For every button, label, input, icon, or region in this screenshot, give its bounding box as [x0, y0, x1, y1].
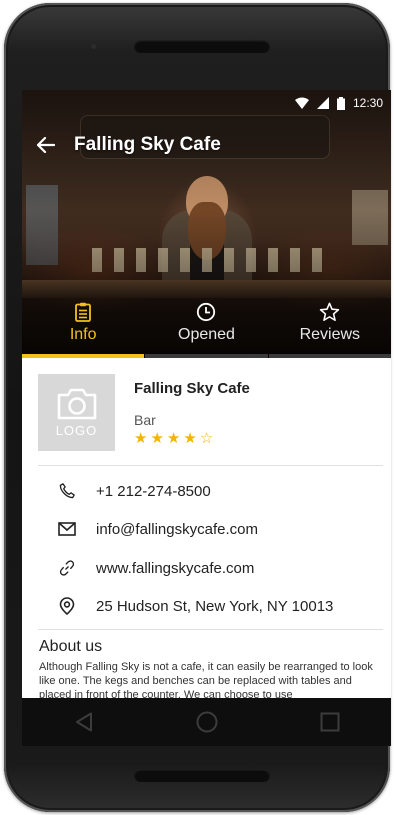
tab-opened-label: Opened	[178, 326, 235, 343]
star-filled-icon: ★	[166, 430, 181, 447]
front-camera	[91, 44, 96, 49]
wifi-icon	[294, 97, 309, 109]
rating-stars: ★ ★ ★ ★ ☆	[134, 431, 213, 447]
back-button[interactable]	[22, 128, 70, 162]
star-filled-icon: ★	[183, 430, 197, 447]
phone-row[interactable]: +1 212-274-8500	[54, 478, 211, 504]
tab-info-label: Info	[69, 326, 97, 343]
square-recents-icon	[320, 712, 339, 732]
tab-reviews-label: Reviews	[299, 326, 361, 343]
battery-icon	[336, 96, 345, 110]
status-time: 12:30	[352, 96, 383, 110]
info-content: LOGO Falling Sky Cafe Bar ★ ★ ★ ★ ☆ +1 2…	[22, 358, 391, 698]
header-photo: 12:30 Falling Sky Cafe Info Opened Revie…	[22, 90, 391, 358]
link-icon	[54, 555, 80, 581]
website-row[interactable]: www.fallingskycafe.com	[54, 555, 254, 581]
street-address: 25 Hudson St, New York, NY 10013	[96, 597, 334, 615]
app-bar: Falling Sky Cafe	[22, 128, 391, 162]
tab-reviews[interactable]: Reviews	[268, 296, 391, 358]
circle-home-icon	[196, 711, 217, 733]
business-name: Falling Sky Cafe	[134, 380, 250, 397]
phone-frame: 12:30 Falling Sky Cafe Info Opened Revie…	[4, 3, 391, 812]
about-body: Although Falling Sky is not a cafe, it c…	[39, 661, 373, 698]
business-logo: LOGO	[38, 374, 115, 451]
bottom-speaker	[134, 769, 270, 782]
about-heading: About us	[39, 638, 103, 655]
email-row[interactable]: info@fallingskycafe.com	[54, 516, 258, 542]
clipboard-icon	[75, 302, 92, 322]
camera-icon	[57, 388, 96, 420]
divider	[38, 465, 383, 466]
system-nav-bar	[22, 698, 391, 746]
tab-info[interactable]: Info	[22, 296, 145, 358]
star-outline-icon	[320, 302, 340, 322]
top-speaker	[134, 40, 270, 53]
phone-icon	[54, 478, 80, 504]
email-address: info@fallingskycafe.com	[96, 520, 258, 538]
triangle-back-icon	[75, 712, 92, 732]
phone-number: +1 212-274-8500	[96, 482, 211, 500]
page-title: Falling Sky Cafe	[74, 134, 221, 155]
star-filled-icon: ★	[150, 430, 164, 447]
screen: 12:30 Falling Sky Cafe Info Opened Revie…	[22, 90, 391, 746]
arrow-back-icon	[37, 137, 55, 153]
signal-icon	[316, 97, 329, 109]
business-card: LOGO Falling Sky Cafe Bar ★ ★ ★ ★ ☆	[38, 374, 378, 454]
nav-home-button[interactable]	[183, 698, 231, 746]
star-empty-icon: ☆	[199, 430, 214, 447]
website-url: www.fallingskycafe.com	[96, 559, 255, 577]
logo-placeholder-text: LOGO	[55, 423, 98, 438]
nav-back-button[interactable]	[60, 698, 108, 746]
divider	[38, 629, 383, 630]
star-filled-icon: ★	[134, 430, 148, 447]
nav-recents-button[interactable]	[306, 698, 354, 746]
location-pin-icon	[54, 593, 80, 619]
business-category: Bar	[134, 412, 156, 428]
address-row[interactable]: 25 Hudson St, New York, NY 10013	[54, 593, 333, 619]
tab-bar: Info Opened Reviews	[22, 296, 391, 358]
status-bar: 12:30	[294, 95, 383, 111]
mail-icon	[54, 516, 80, 542]
clock-icon	[197, 302, 216, 322]
tab-opened[interactable]: Opened	[144, 296, 268, 358]
